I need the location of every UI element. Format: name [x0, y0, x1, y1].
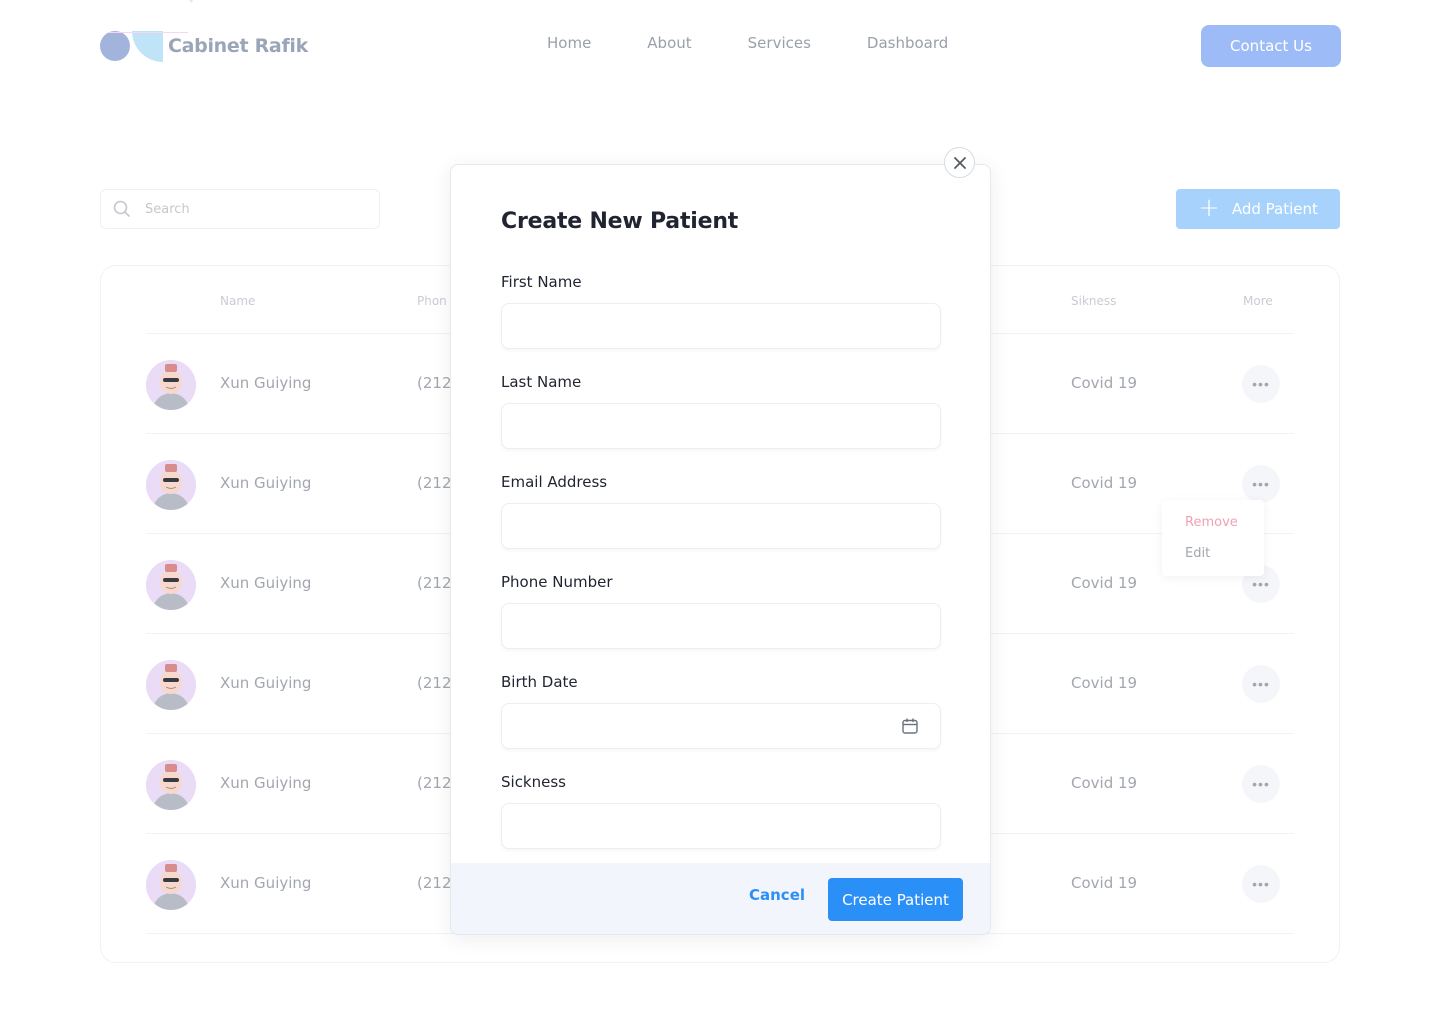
- search-icon: [113, 200, 131, 218]
- more-options-button[interactable]: •••: [1242, 765, 1280, 803]
- email-label: Email Address: [501, 473, 608, 491]
- more-dots-icon: •••: [1252, 876, 1270, 892]
- search-box[interactable]: [100, 189, 380, 229]
- patient-name: Xun Guiying: [220, 674, 312, 692]
- add-patient-button[interactable]: + Add Patient: [1176, 189, 1340, 229]
- patient-name: Xun Guiying: [220, 774, 312, 792]
- phone-label: Phone Number: [501, 573, 613, 591]
- brand-logo[interactable]: Cabinet Rafik: [100, 29, 308, 63]
- remove-menu-item[interactable]: Remove: [1185, 515, 1238, 530]
- patient-sickness: Covid 19: [1071, 474, 1138, 492]
- patient-sickness: Covid 19: [1071, 874, 1138, 892]
- last-name-label: Last Name: [501, 373, 582, 391]
- calendar-icon[interactable]: [901, 717, 919, 735]
- patient-sickness: Covid 19: [1071, 674, 1138, 692]
- row-action-menu: Remove Edit: [1162, 500, 1264, 576]
- nav-home[interactable]: Home: [547, 34, 591, 52]
- search-input[interactable]: [145, 201, 345, 217]
- edit-menu-item[interactable]: Edit: [1185, 546, 1210, 561]
- birth-date-label: Birth Date: [501, 673, 578, 691]
- add-patient-label: Add Patient: [1231, 200, 1318, 218]
- contact-us-button[interactable]: Contact Us: [1201, 25, 1341, 67]
- create-patient-modal: Create New Patient First Name Last Name …: [450, 164, 991, 935]
- patient-name: Xun Guiying: [220, 474, 312, 492]
- patient-name: Xun Guiying: [220, 374, 312, 392]
- brand-name: Cabinet Rafik: [168, 35, 308, 57]
- patient-sickness: Covid 19: [1071, 774, 1138, 792]
- avatar: [146, 360, 196, 410]
- avatar: [146, 860, 196, 910]
- column-header-phone: Phon: [417, 294, 447, 308]
- main-nav: Home About Services Dashboard: [547, 34, 1004, 52]
- birth-date-field[interactable]: [501, 703, 941, 749]
- first-name-field[interactable]: [501, 303, 941, 349]
- patient-name: Xun Guiying: [220, 874, 312, 892]
- avatar: [146, 560, 196, 610]
- email-field[interactable]: [501, 503, 941, 549]
- more-options-button[interactable]: •••: [1242, 365, 1280, 403]
- patient-name: Xun Guiying: [220, 574, 312, 592]
- create-patient-button[interactable]: Create Patient: [828, 878, 963, 921]
- patient-sickness: Covid 19: [1071, 574, 1138, 592]
- column-header-name: Name: [220, 294, 256, 308]
- more-dots-icon: •••: [1252, 476, 1270, 492]
- last-name-field[interactable]: [501, 403, 941, 449]
- column-header-more: More: [1243, 294, 1273, 308]
- column-header-sickness: Sikness: [1071, 294, 1117, 308]
- phone-field[interactable]: [501, 603, 941, 649]
- sickness-field[interactable]: [501, 803, 941, 849]
- plus-icon: +: [1198, 192, 1220, 223]
- avatar: [146, 760, 196, 810]
- more-options-button[interactable]: •••: [1242, 865, 1280, 903]
- close-icon: [953, 156, 966, 169]
- cancel-button[interactable]: Cancel: [749, 886, 805, 904]
- more-options-button[interactable]: •••: [1242, 665, 1280, 703]
- first-name-label: First Name: [501, 273, 582, 291]
- more-options-button[interactable]: •••: [1242, 465, 1280, 503]
- avatar: [146, 660, 196, 710]
- more-dots-icon: •••: [1252, 576, 1270, 592]
- nav-services[interactable]: Services: [748, 34, 811, 52]
- more-dots-icon: •••: [1252, 676, 1270, 692]
- sickness-label: Sickness: [501, 773, 566, 791]
- close-modal-button[interactable]: [944, 147, 975, 178]
- patient-sickness: Covid 19: [1071, 374, 1138, 392]
- modal-title: Create New Patient: [501, 209, 739, 234]
- modal-footer: Cancel Create Patient: [451, 863, 990, 934]
- avatar: [146, 460, 196, 510]
- brand-mark: *: [189, 0, 194, 8]
- more-dots-icon: •••: [1252, 376, 1270, 392]
- nav-about[interactable]: About: [647, 34, 691, 52]
- more-dots-icon: •••: [1252, 776, 1270, 792]
- logo-mark-icon: [100, 29, 164, 63]
- logo-underline: [108, 32, 188, 33]
- nav-dashboard[interactable]: Dashboard: [867, 34, 948, 52]
